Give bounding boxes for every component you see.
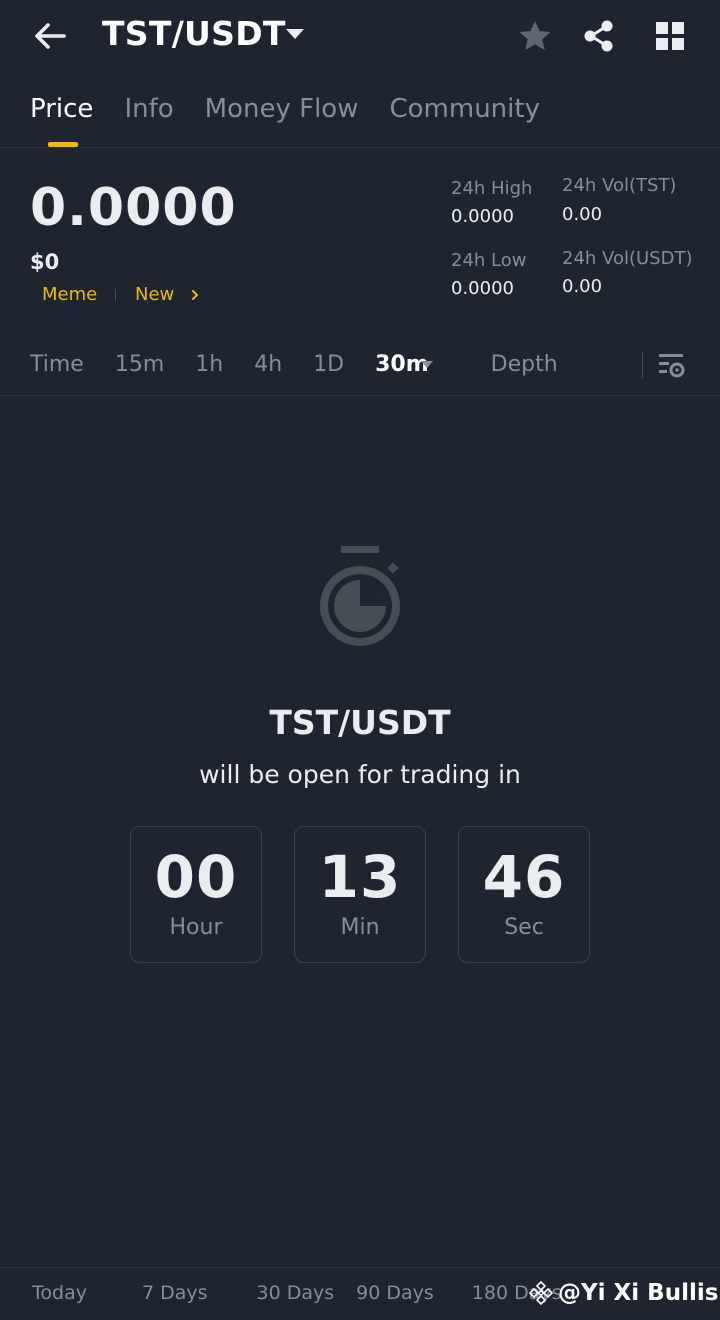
chart-settings-icon[interactable] [657,352,687,380]
stat-vol-quote-value: 0.00 [562,276,603,297]
period-today[interactable]: Today [32,1282,87,1304]
countdown-hours-value: 00 [154,843,238,911]
countdown-seconds: 46 Sec [458,826,590,963]
interval-bar: Time 15m 1h 4h 1D 30m Depth [30,352,558,377]
watermark: @Yi Xi Bullish [528,1280,720,1306]
divider [0,147,720,148]
interval-1h[interactable]: 1h [195,352,223,377]
last-price: 0.0000 [30,178,237,238]
binance-logo-icon [528,1280,554,1306]
countdown-hours-label: Hour [169,915,223,940]
depth-tab[interactable]: Depth [491,352,558,377]
stat-vol-base-value: 0.00 [562,204,603,225]
grid-icon[interactable] [653,19,687,53]
stat-high-value: 0.0000 [451,206,514,227]
countdown-seconds-label: Sec [504,915,544,940]
usd-price: $0 [30,250,60,274]
stat-vol-base-label: 24h Vol(TST) [562,175,677,196]
chevron-right-icon[interactable] [189,289,201,301]
countdown-seconds-value: 46 [482,843,566,911]
stat-low-label: 24h Low [451,250,527,271]
tag-new[interactable]: New [135,284,174,305]
pair-selector[interactable]: TST/USDT [102,14,286,53]
back-arrow-icon[interactable] [30,18,70,54]
caret-down-icon[interactable] [284,26,306,42]
stat-high-label: 24h High [451,178,533,199]
tab-money-flow[interactable]: Money Flow [205,94,359,124]
stat-low-value: 0.0000 [451,278,514,299]
period-30-days[interactable]: 30 Days [257,1282,335,1304]
countdown-message: will be open for trading in [199,760,521,789]
divider [0,1267,720,1268]
countdown-minutes-label: Min [340,915,380,940]
period-90-days[interactable]: 90 Days [356,1282,434,1304]
share-icon[interactable] [581,18,617,54]
caret-down-icon[interactable] [420,360,434,370]
stat-vol-quote-label: 24h Vol(USDT) [562,248,693,269]
period-bar: Today 7 Days 30 Days 90 Days 180 Days [32,1282,562,1304]
star-icon[interactable] [516,18,554,54]
period-7-days[interactable]: 7 Days [142,1282,208,1304]
countdown-minutes-value: 13 [318,843,402,911]
stopwatch-icon [320,546,400,646]
tag-meme[interactable]: Meme [42,284,97,305]
interval-time[interactable]: Time [30,352,84,377]
divider [642,352,643,378]
countdown-hours: 00 Hour [130,826,262,963]
divider [0,395,720,396]
interval-4h[interactable]: 4h [254,352,282,377]
tab-price[interactable]: Price [30,94,93,124]
tab-bar: Price Info Money Flow Community [30,94,540,124]
tab-community[interactable]: Community [389,94,539,124]
countdown-minutes: 13 Min [294,826,426,963]
interval-15m[interactable]: 15m [115,352,164,377]
interval-1d[interactable]: 1D [313,352,344,377]
tab-info[interactable]: Info [124,94,173,124]
tag-separator [115,289,116,301]
watermark-text: @Yi Xi Bullish [558,1280,720,1306]
countdown-pair: TST/USDT [269,703,451,742]
